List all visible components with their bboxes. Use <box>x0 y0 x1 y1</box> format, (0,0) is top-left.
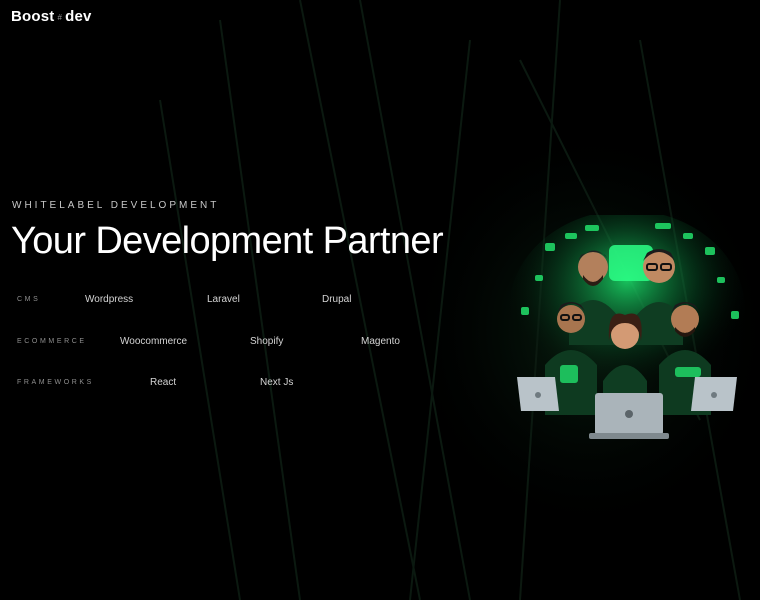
developer-team-illustration <box>505 210 750 445</box>
logo-text-right: dev <box>65 8 92 25</box>
tech-item: Woocommerce <box>120 336 188 347</box>
tech-category-label: FRAMEWORKS <box>17 379 94 386</box>
tech-row-frameworks: FRAMEWORKS React Next Js <box>17 377 457 391</box>
tech-category-label: ECOMMERCE <box>17 338 87 345</box>
tech-row-cms: CMS Wordpress Laravel Drupal <box>17 294 457 308</box>
tech-item: Next Js <box>260 377 294 388</box>
logo-symbol: # <box>57 13 63 22</box>
tech-item: Magento <box>361 336 400 347</box>
tech-item: Drupal <box>322 294 352 305</box>
brand-logo[interactable]: Boost # dev <box>11 8 92 25</box>
tech-item: Wordpress <box>85 294 134 305</box>
logo-text-left: Boost <box>11 8 55 25</box>
tech-item: Laravel <box>207 294 240 305</box>
tech-item: Shopify <box>250 336 284 347</box>
hero-eyebrow: WHITELABEL DEVELOPMENT <box>12 200 220 211</box>
tech-row-ecommerce: ECOMMERCE Woocommerce Shopify Magento <box>17 336 457 350</box>
tech-category-label: CMS <box>17 296 41 303</box>
hero-title: Your Development Partner <box>11 220 444 262</box>
tech-item: React <box>150 377 177 388</box>
